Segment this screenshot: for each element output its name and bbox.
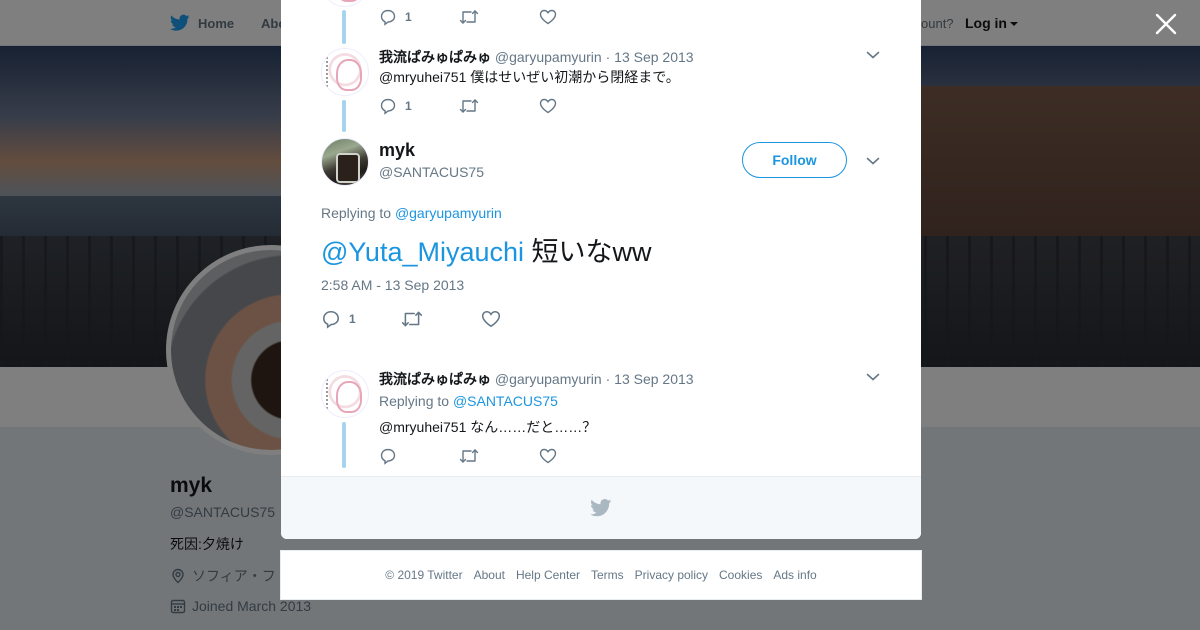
tweet-separator: · — [605, 49, 611, 65]
retweet-icon — [459, 10, 479, 24]
main-tweet-text: @Yuta_Miyauchi 短いなww — [321, 230, 652, 269]
chevron-down-icon[interactable] — [866, 50, 880, 60]
thread-line — [342, 100, 346, 132]
tweet-avatar[interactable] — [321, 370, 369, 418]
tweet-text: @mryuhei751 僕はせいぜい初潮から閉経まで。 — [379, 69, 680, 85]
main-tweet-avatar[interactable] — [321, 138, 369, 186]
site-footer: © 2019 Twitter About Help Center Terms P… — [280, 550, 922, 600]
retweet-icon — [459, 449, 479, 463]
tweet-avatar[interactable] — [321, 0, 369, 7]
chevron-down-icon[interactable] — [866, 372, 880, 382]
like-action[interactable] — [539, 9, 619, 25]
tweet-text: @mryuhei751 なん……だと……？ — [379, 419, 597, 435]
tweet-date[interactable]: 13 Sep 2013 — [614, 371, 693, 387]
tweet-handle[interactable]: @garyupamyurin — [495, 371, 602, 387]
follow-button[interactable]: Follow — [742, 142, 847, 178]
replying-to-link[interactable]: @garyupamyurin — [395, 205, 502, 221]
tweet-header: 我流ぱみゅぱみゅ @garyupamyurin · 13 Sep 2013 — [379, 369, 694, 389]
main-tweet-body: 短いなww — [524, 237, 652, 267]
replying-prefix: Replying to — [321, 205, 392, 221]
tweet-actions: 1 — [379, 97, 619, 115]
retweet-icon — [459, 99, 479, 113]
chevron-down-icon[interactable] — [866, 156, 880, 166]
reply-action[interactable] — [379, 447, 459, 465]
main-tweet-replying-to: Replying to @garyupamyurin — [321, 205, 502, 221]
footer-link-help-center[interactable]: Help Center — [516, 568, 580, 582]
tweet-replying-to: Replying to @SANTACUS75 — [379, 393, 558, 409]
footer-link-ads-info[interactable]: Ads info — [773, 568, 816, 582]
tweet-handle[interactable]: @garyupamyurin — [495, 49, 602, 65]
retweet-action[interactable] — [459, 9, 539, 25]
tweet-display-name[interactable]: 我流ぱみゅぱみゅ — [379, 49, 491, 65]
like-action[interactable] — [481, 310, 561, 328]
like-action[interactable] — [539, 98, 619, 114]
reply-action[interactable]: 1 — [379, 97, 459, 115]
tweet-permalink-modal: 1 我流ぱみゅぱみゅ @garyupamyurin · 13 Sep 2013 … — [281, 0, 921, 539]
thread-line — [342, 422, 346, 468]
main-tweet-timestamp[interactable]: 2:58 AM - 13 Sep 2013 — [321, 277, 464, 293]
replying-prefix: Replying to — [379, 393, 450, 409]
tweet-actions — [379, 447, 619, 465]
retweet-action[interactable] — [401, 310, 481, 328]
mention-link[interactable]: @Yuta_Miyauchi — [321, 237, 524, 267]
reply-count: 1 — [405, 10, 412, 24]
heart-icon — [539, 98, 557, 114]
thread-line — [342, 10, 346, 44]
close-icon[interactable] — [1154, 12, 1178, 36]
main-tweet-display-name[interactable]: myk — [379, 140, 415, 161]
footer-link-cookies[interactable]: Cookies — [719, 568, 762, 582]
reply-count: 1 — [405, 99, 412, 113]
like-action[interactable] — [539, 448, 619, 464]
retweet-action[interactable] — [459, 448, 539, 464]
tweet-actions: 1 — [379, 8, 619, 26]
reply-action[interactable]: 1 — [379, 8, 459, 26]
tweet-header: 我流ぱみゅぱみゅ @garyupamyurin · 13 Sep 2013 — [379, 47, 694, 67]
reply-count: 1 — [349, 312, 356, 326]
heart-icon — [539, 448, 557, 464]
replying-to-link[interactable]: @SANTACUS75 — [453, 393, 558, 409]
footer-link-terms[interactable]: Terms — [591, 568, 624, 582]
main-tweet-handle[interactable]: @SANTACUS75 — [379, 164, 484, 180]
twitter-bird-icon — [590, 499, 612, 517]
modal-footer — [281, 476, 921, 539]
reply-icon — [380, 9, 396, 26]
retweet-icon — [401, 311, 423, 327]
footer-copyright: © 2019 Twitter — [385, 568, 463, 582]
retweet-action[interactable] — [459, 98, 539, 114]
tweet-display-name[interactable]: 我流ぱみゅぱみゅ — [379, 371, 491, 387]
main-tweet-actions: 1 — [321, 309, 561, 329]
reply-action[interactable]: 1 — [321, 309, 401, 329]
tweet-separator: · — [605, 371, 611, 387]
tweet-date[interactable]: 13 Sep 2013 — [614, 49, 693, 65]
heart-icon — [539, 9, 557, 25]
heart-icon — [481, 310, 501, 328]
footer-link-privacy[interactable]: Privacy policy — [635, 568, 708, 582]
reply-icon — [322, 310, 340, 329]
reply-icon — [380, 448, 396, 465]
footer-link-about[interactable]: About — [474, 568, 505, 582]
reply-icon — [380, 98, 396, 115]
tweet-avatar[interactable] — [321, 48, 369, 96]
